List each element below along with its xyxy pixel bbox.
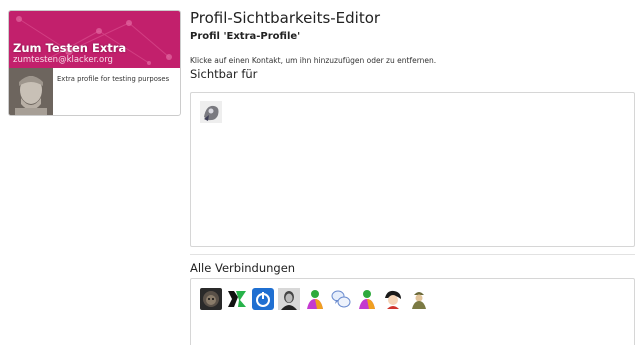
colorful-person-avatar-icon (304, 288, 326, 310)
dark-lion-avatar-icon (200, 288, 222, 310)
cartoon-girl-avatar-icon (382, 288, 404, 310)
green-x-logo-icon (226, 288, 248, 310)
grey-creature-avatar-icon (200, 101, 222, 123)
soldier-avatar-icon (408, 288, 430, 310)
connection-item[interactable] (252, 288, 274, 310)
profile-card[interactable]: Zum Testen Extra zumtesten@klacker.org E… (8, 10, 181, 116)
bw-portrait-avatar-icon (278, 288, 300, 310)
connection-item[interactable] (330, 288, 352, 310)
bust-avatar-icon (9, 68, 53, 115)
all-connections-box (190, 278, 635, 345)
colorful-person-avatar-icon (356, 288, 378, 310)
profile-name[interactable]: Zum Testen Extra (13, 41, 126, 55)
section-divider (190, 254, 635, 255)
visible-contacts-box (190, 92, 635, 247)
connection-item[interactable] (200, 288, 222, 310)
visible-for-heading: Sichtbar für (190, 67, 258, 81)
visible-contact[interactable] (200, 101, 222, 123)
profile-photo (9, 68, 53, 115)
page-title: Profil-Sichtbarkeits-Editor (190, 9, 381, 27)
profile-label: Profil 'Extra-Profile' (190, 31, 301, 42)
connection-item[interactable] (226, 288, 248, 310)
all-connections-heading: Alle Verbindungen (190, 261, 296, 275)
connection-item[interactable] (382, 288, 404, 310)
profile-address: zumtesten@klacker.org (13, 55, 113, 65)
profile-description: Extra profile for testing purposes (57, 75, 170, 83)
instruction-text: Klicke auf einen Kontakt, um ihn hinzuzu… (190, 56, 437, 65)
connection-item[interactable] (304, 288, 326, 310)
blue-power-button-icon (252, 288, 274, 310)
connection-item[interactable] (408, 288, 430, 310)
connection-item[interactable] (278, 288, 300, 310)
profile-card-header: Zum Testen Extra zumtesten@klacker.org (9, 11, 180, 68)
speech-bubbles-avatar-icon (330, 288, 352, 310)
connection-item[interactable] (356, 288, 378, 310)
